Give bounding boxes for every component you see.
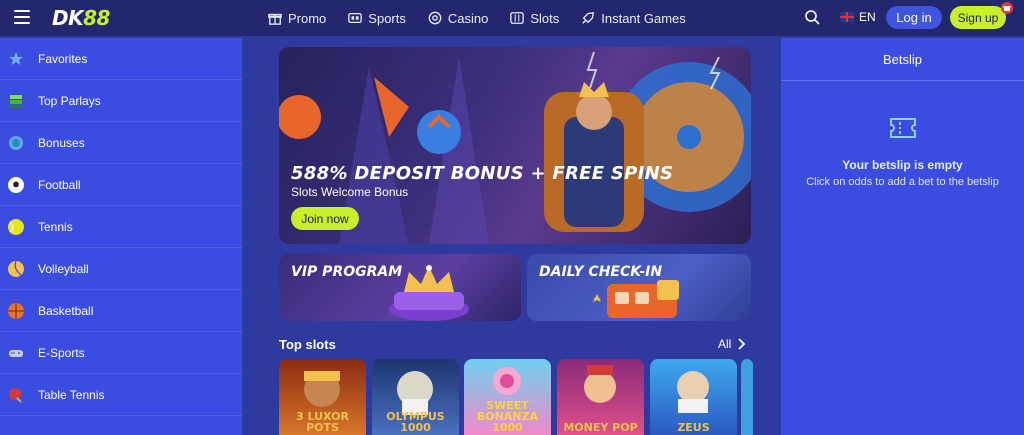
chevron-right-icon <box>738 338 746 350</box>
slot-game-tile-partial[interactable] <box>741 359 753 435</box>
tennis-ball-icon <box>8 219 24 235</box>
nav-slots-label: Slots <box>530 10 560 26</box>
main-nav: Promo Sports Casino Slots Instant Games <box>268 0 686 36</box>
star-icon <box>9 52 23 65</box>
coin-icon <box>9 136 23 150</box>
sidebar-item-basketball[interactable]: Basketball <box>0 290 242 332</box>
hero-subtitle: Slots Welcome Bonus <box>291 185 409 199</box>
sidebar-label: Football <box>38 177 81 192</box>
login-button[interactable]: Log in <box>886 6 942 29</box>
sidebar-item-esports[interactable]: E-Sports <box>0 332 242 374</box>
nav-sports-label: Sports <box>368 10 406 26</box>
sidebar-label: Volleyball <box>38 261 89 276</box>
basketball-icon <box>8 303 24 319</box>
sidebar-item-bonuses[interactable]: Bonuses <box>0 122 242 164</box>
promo-vip-program[interactable]: VIP PROGRAM <box>279 254 521 321</box>
slot-game-tile[interactable]: MONEY POP <box>557 359 644 435</box>
search-icon[interactable] <box>804 9 820 25</box>
signup-button[interactable]: Sign up <box>950 6 1006 29</box>
slot-game-title: MONEY POP <box>563 421 638 434</box>
uk-flag-icon <box>840 12 854 22</box>
promo-daily-checkin[interactable]: DAILY CHECK-IN <box>527 254 751 321</box>
slot-game-title: 3 LUXOR POTS <box>296 410 349 434</box>
sidebar-label: Bonuses <box>38 135 85 150</box>
all-link-label: All <box>718 337 732 351</box>
nav-slots[interactable]: Slots <box>510 11 559 26</box>
stack-icon <box>10 95 22 108</box>
sidebar-item-favorites[interactable]: Favorites <box>0 38 242 80</box>
slot-machine-icon <box>510 12 525 24</box>
volleyball-icon <box>8 260 24 277</box>
slot-game-title: ZEUS <box>677 421 710 434</box>
soccer-ball-icon <box>8 177 24 193</box>
top-bar: DK88 Promo Sports Casino Slots Instant G… <box>0 0 1024 36</box>
sidebar-item-tennis[interactable]: Tennis <box>0 206 242 248</box>
casino-chip-icon <box>428 11 442 25</box>
gamepad-icon <box>9 350 23 357</box>
slot-game-tile[interactable]: SWEET BONANZA 1000 <box>464 359 551 435</box>
hero-banner[interactable]: 588% DEPOSIT BONUS + FREE SPINS Slots We… <box>279 47 751 244</box>
logo-text: DK <box>52 6 84 30</box>
sports-sidebar: Favorites Top Parlays Bonuses Football T… <box>0 38 242 435</box>
language-label: EN <box>859 10 876 24</box>
sidebar-label: Favorites <box>38 51 88 66</box>
nav-casino-label: Casino <box>447 10 489 26</box>
logo-accent-text: 88 <box>83 6 110 30</box>
nav-instant-games-label: Instant Games <box>601 10 686 26</box>
sidebar-label: Top Parlays <box>38 93 101 108</box>
nav-promo-label: Promo <box>288 10 327 26</box>
promo-vip-title: VIP PROGRAM <box>291 264 403 280</box>
main-content: 588% DEPOSIT BONUS + FREE SPINS Slots We… <box>242 38 781 435</box>
nav-sports[interactable]: Sports <box>348 11 406 26</box>
sidebar-label: E-Sports <box>38 345 85 360</box>
slot-game-title: OLYMPUS 1000 <box>386 410 445 434</box>
gift-icon <box>268 13 282 25</box>
sidebar-item-football[interactable]: Football <box>0 164 242 206</box>
nav-instant-games[interactable]: Instant Games <box>581 11 686 26</box>
sidebar-label: Basketball <box>38 303 94 318</box>
sidebar-label: Table Tennis <box>38 387 105 402</box>
nav-casino[interactable]: Casino <box>428 11 488 26</box>
hero-title: 588% DEPOSIT BONUS + FREE SPINS <box>291 163 674 184</box>
language-selector[interactable]: EN <box>840 10 876 24</box>
sidebar-label: Tennis <box>38 219 73 234</box>
betslip-title: Betslip <box>882 52 923 67</box>
promo-daily-title: DAILY CHECK-IN <box>539 264 663 280</box>
join-now-button[interactable]: Join now <box>291 207 359 230</box>
menu-icon[interactable] <box>14 10 30 24</box>
rocket-icon <box>582 11 595 24</box>
sidebar-item-top-parlays[interactable]: Top Parlays <box>0 80 242 122</box>
betslip-empty-hint: Click on odds to add a bet to the betsli… <box>806 176 999 188</box>
ping-pong-icon <box>9 388 22 403</box>
slot-game-tile[interactable]: ZEUS <box>650 359 737 435</box>
nav-promo[interactable]: Promo <box>268 11 326 26</box>
top-slots-heading: Top slots <box>279 337 336 352</box>
top-slots-all-link[interactable]: All <box>718 337 746 351</box>
betslip-divider <box>781 80 1024 81</box>
betslip-empty-title: Your betslip is empty <box>842 158 963 172</box>
sidebar-item-table-tennis[interactable]: Table Tennis <box>0 374 242 416</box>
slot-game-tile[interactable]: OLYMPUS 1000 <box>372 359 459 435</box>
slot-game-tile[interactable]: 3 LUXOR POTS <box>279 359 366 435</box>
sidebar-item-volleyball[interactable]: Volleyball <box>0 248 242 290</box>
gift-badge-icon <box>1001 2 1013 14</box>
slot-game-title: SWEET BONANZA 1000 <box>476 399 539 434</box>
ticket-icon <box>890 118 916 138</box>
logo[interactable]: DK88 <box>52 6 110 30</box>
betslip-panel: Betslip Your betslip is empty Click on o… <box>781 38 1024 435</box>
scoreboard-icon <box>348 12 363 24</box>
